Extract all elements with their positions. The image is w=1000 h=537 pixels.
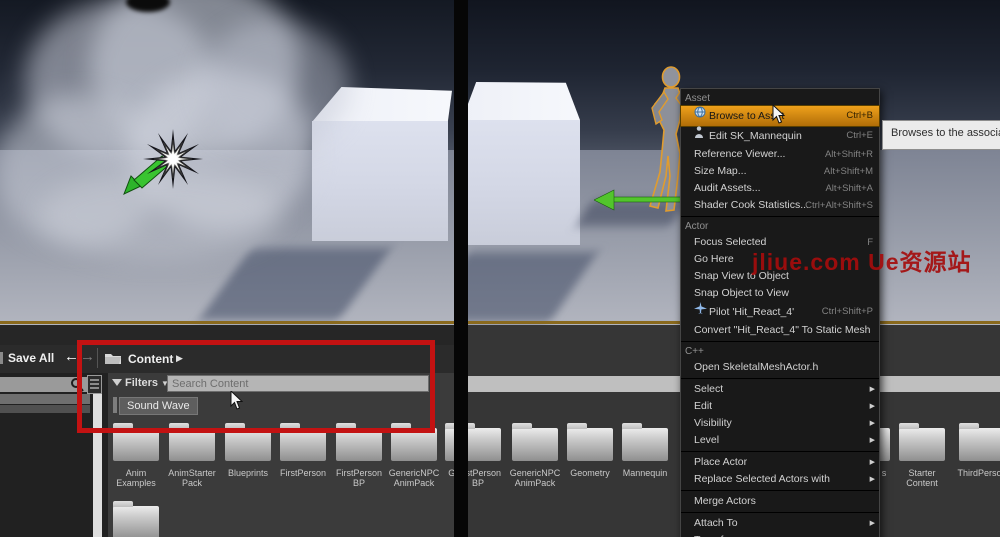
folder-label: Geometry — [570, 468, 610, 478]
menu-item-level[interactable]: Level ▶ — [681, 432, 879, 449]
menu-item-label: Merge Actors — [694, 495, 756, 507]
folder-label: GenericNPC AnimPack — [388, 468, 440, 488]
menu-item-label: Select — [694, 383, 724, 395]
folder-thirdperson[interactable] — [959, 423, 1000, 461]
menu-item-replace-selected-actors-with[interactable]: Replace Selected Actors with ▶ — [681, 471, 879, 488]
menu-item-select[interactable]: Select ▶ — [681, 381, 879, 398]
menu-item-pilot-hit-react-4[interactable]: Pilot 'Hit_React_4' Ctrl+Shift+P — [681, 302, 879, 322]
particle-star-sprite[interactable] — [140, 126, 206, 192]
folder-label: FirstPerson — [279, 468, 326, 478]
tooltip: Browses to the associated — [882, 120, 1000, 150]
menu-item-label: Pilot 'Hit_React_4' — [709, 306, 795, 318]
menu-section: Actor Focus Selected F Go Here Snap View to … — [681, 216, 879, 341]
menu-item-shader-cook-statistics[interactable]: Shader Cook Statistics... Ctrl+Alt+Shift+… — [681, 197, 879, 214]
folder-geometry[interactable] — [567, 423, 613, 461]
viewport-left[interactable] — [0, 0, 454, 325]
watermark: jliue.com Ue资源站 — [752, 249, 972, 275]
globe-icon — [694, 105, 709, 125]
mouse-cursor-secondary — [230, 391, 244, 410]
menu-item-shortcut: Alt+Shift+A — [825, 183, 873, 194]
menu-item-attach-to[interactable]: Attach To ▶ — [681, 515, 879, 532]
menu-item-size-map[interactable]: Size Map... Alt+Shift+M — [681, 163, 879, 180]
menu-item-label: Replace Selected Actors with — [694, 473, 830, 485]
folder-label: Anim Examples — [116, 468, 156, 488]
menu-item-label: Level — [694, 434, 720, 446]
menu-item-open-skeletalmeshactor-h[interactable]: Open SkeletalMeshActor.h — [681, 359, 879, 376]
split-divider — [454, 0, 468, 537]
folder-label: ThirdPerson — [957, 468, 1000, 478]
submenu-arrow-icon: ▶ — [869, 459, 875, 466]
actor-context-menu: Asset Browse to Asset Ctrl+B Edit SK_Manneq… — [680, 88, 880, 537]
submenu-arrow-icon: ▶ — [870, 532, 875, 537]
submenu-arrow-icon: ▶ — [869, 386, 875, 393]
folder-label: Starter Content — [906, 468, 938, 488]
menu-item-shortcut: Alt+Shift+R — [824, 149, 873, 160]
folder-label: GenericNPC AnimPack — [509, 468, 561, 488]
folder-geometry[interactable] — [445, 423, 454, 461]
menu-item-label: Edit — [694, 400, 713, 412]
folder-row2[interactable] — [113, 501, 159, 537]
menu-item-shortcut: Ctrl+B — [846, 110, 873, 121]
menu-item-label: Place Actor — [694, 456, 748, 468]
folder-mannequin[interactable] — [622, 423, 668, 461]
menu-section: Attach To▶Transform▶ — [681, 512, 879, 537]
submenu-arrow-icon: ▶ — [869, 420, 875, 427]
menu-item-shortcut: Ctrl+Alt+Shift+S — [805, 200, 873, 211]
folder-label: Blueprints — [227, 468, 269, 478]
toolbar-edge — [0, 352, 3, 364]
folder-label: Geometry — [448, 468, 454, 478]
menu-item-visibility[interactable]: Visibility ▶ — [681, 415, 879, 432]
folder-label: Mannequin — [622, 468, 668, 478]
menu-item-edit[interactable]: Edit ▶ — [681, 398, 879, 415]
menu-item-label: Open SkeletalMeshActor.h — [694, 361, 819, 373]
folder-label: FirstPerson BP — [335, 468, 382, 488]
menu-section-header: Asset — [685, 93, 711, 104]
menu-item-label: Edit SK_Mannequin — [709, 130, 802, 142]
menu-item-label: Shader Cook Statistics... — [694, 199, 809, 211]
editor-screenshot: Save All ← → Content ▶ Filters▼ Sound Wa… — [0, 0, 1000, 537]
menu-section: Select ▶ Edit ▶ Visibility ▶ Level ▶ — [681, 378, 879, 451]
annotation-red-box — [77, 340, 435, 433]
submenu-arrow-icon: ▶ — [869, 403, 875, 410]
menu-item-shortcut: Alt+Shift+M — [823, 166, 873, 177]
menu-item-label: Audit Assets... — [694, 182, 761, 194]
plane-icon — [694, 301, 709, 321]
menu-item-label: Go Here — [694, 253, 734, 265]
menu-item-label: Snap Object to View — [694, 287, 789, 299]
folder-genericnpc-animpack[interactable] — [512, 423, 558, 461]
folder-grid-left: Anim Examples AnimStarter Pack Blueprints F… — [0, 420, 454, 537]
menu-item-snap-object-to-view[interactable]: Snap Object to View — [681, 285, 879, 302]
menu-item-shortcut: Ctrl+E — [846, 130, 873, 141]
cube-top-face[interactable] — [462, 82, 580, 120]
menu-item-audit-assets[interactable]: Audit Assets... Alt+Shift+A — [681, 180, 879, 197]
folder-starter-content[interactable] — [899, 423, 945, 461]
submenu-arrow-icon: ▶ — [869, 520, 875, 527]
menu-item-merge-actors[interactable]: Merge Actors — [681, 493, 879, 510]
menu-item-label: Convert "Hit_React_4" To Static Mesh — [694, 324, 871, 336]
menu-item-place-actor[interactable]: Place Actor ▶ — [681, 454, 879, 471]
menu-section: C++ Open SkeletalMeshActor.h — [681, 341, 879, 378]
menu-item-reference-viewer[interactable]: Reference Viewer... Alt+Shift+R — [681, 146, 879, 163]
menu-item-shortcut: Ctrl+Shift+P — [821, 306, 873, 317]
menu-item-convert-hit-react-4-to-static-mesh[interactable]: Convert "Hit_React_4" To Static Mesh — [681, 322, 879, 339]
cube-front-face[interactable] — [462, 120, 580, 245]
submenu-arrow-icon: ▶ — [869, 437, 875, 444]
menu-section-header: C++ — [685, 346, 704, 357]
submenu-arrow-icon: ▶ — [869, 476, 875, 483]
menu-section: Merge Actors — [681, 490, 879, 512]
menu-item-transform[interactable]: Transform▶ — [681, 532, 879, 537]
menu-item-label: Attach To — [694, 517, 738, 529]
menu-item-label: Visibility — [694, 417, 732, 429]
mouse-cursor — [772, 105, 786, 124]
menu-item-label: Size Map... — [694, 165, 747, 177]
menu-item-label: Reference Viewer... — [694, 148, 786, 160]
folder-label: AnimStarter Pack — [168, 468, 216, 488]
menu-section: Place Actor ▶ Replace Selected Actors with… — [681, 451, 879, 490]
menu-item-edit-sk-mannequin[interactable]: Edit SK_Mannequin Ctrl+E — [681, 126, 879, 146]
menu-section-header: Actor — [685, 221, 709, 232]
save-all-button[interactable]: Save All — [8, 351, 54, 365]
person-icon — [694, 125, 709, 145]
